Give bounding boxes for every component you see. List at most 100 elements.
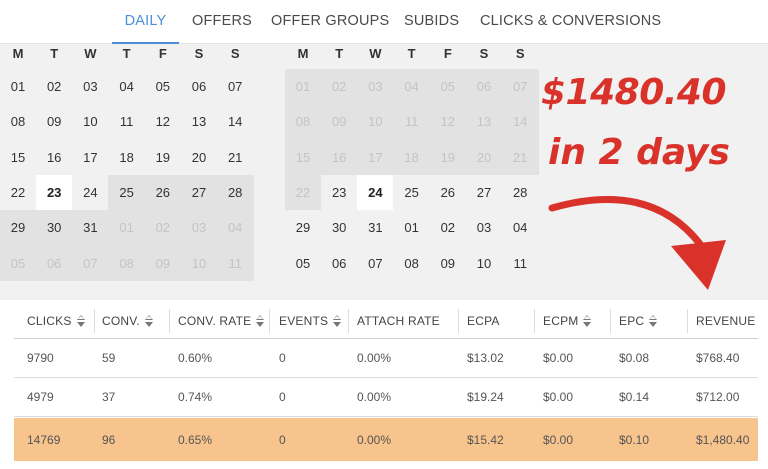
calendar-day[interactable]: 15	[0, 140, 36, 175]
calendar-day[interactable]: 06	[466, 69, 502, 104]
calendar-day[interactable]: 21	[217, 140, 253, 175]
calendar-day[interactable]: 12	[145, 104, 181, 139]
tab-offer-groups[interactable]: OFFER GROUPS	[271, 0, 389, 44]
calendar-day[interactable]: 04	[502, 210, 538, 245]
calendar-day[interactable]: 14	[502, 104, 538, 139]
calendar-day[interactable]: 26	[145, 175, 181, 210]
calendar-day[interactable]: 24	[72, 175, 108, 210]
calendar-day[interactable]: 31	[357, 210, 393, 245]
calendar-day[interactable]: 15	[285, 140, 321, 175]
calendar-day-selected[interactable]: 24	[357, 174, 394, 210]
column-header[interactable]: EVENTS	[279, 303, 342, 338]
calendar-day[interactable]: 30	[36, 210, 72, 245]
calendar-day[interactable]: 30	[321, 210, 357, 245]
calendar-day[interactable]: 25	[109, 175, 145, 210]
calendar-day[interactable]: 02	[145, 210, 181, 245]
calendar-day[interactable]: 05	[145, 69, 181, 104]
calendar-day[interactable]: 03	[357, 69, 393, 104]
calendar-day[interactable]: 22	[285, 175, 321, 210]
calendar-day[interactable]: 22	[0, 175, 36, 210]
calendar-day[interactable]: 04	[394, 69, 430, 104]
sort-icon[interactable]	[255, 314, 265, 327]
calendar-day[interactable]: 04	[109, 69, 145, 104]
calendar-day[interactable]: 08	[285, 104, 321, 139]
calendar-day[interactable]: 26	[430, 175, 466, 210]
calendar-day[interactable]: 03	[72, 69, 108, 104]
calendar-day[interactable]: 03	[181, 210, 217, 245]
calendar-day[interactable]: 20	[466, 140, 502, 175]
calendar-day[interactable]: 25	[394, 175, 430, 210]
calendar-day[interactable]: 28	[502, 175, 538, 210]
column-header[interactable]: CONV. RATE	[178, 303, 265, 338]
calendar-day[interactable]: 09	[36, 104, 72, 139]
column-header[interactable]: CLICKS	[27, 303, 86, 338]
calendar-day[interactable]: 11	[394, 104, 430, 139]
column-header[interactable]: REVENUE	[696, 303, 755, 338]
calendar-day[interactable]: 05	[0, 246, 36, 281]
calendar-day[interactable]: 02	[321, 69, 357, 104]
calendar-day[interactable]: 10	[357, 104, 393, 139]
calendar-day[interactable]: 16	[321, 140, 357, 175]
calendar-day[interactable]: 01	[285, 69, 321, 104]
sort-icon[interactable]	[332, 314, 342, 327]
calendar-day-selected[interactable]: 23	[36, 174, 73, 210]
tab-clicks-conversions[interactable]: CLICKS & CONVERSIONS	[480, 0, 661, 44]
calendar-day[interactable]: 11	[217, 246, 253, 281]
sort-icon[interactable]	[648, 314, 658, 327]
calendar-day[interactable]: 13	[466, 104, 502, 139]
calendar-day[interactable]: 17	[72, 140, 108, 175]
calendar-day[interactable]: 23	[321, 175, 357, 210]
calendar-day[interactable]: 12	[430, 104, 466, 139]
calendar-day[interactable]: 17	[357, 140, 393, 175]
calendar-day[interactable]: 02	[36, 69, 72, 104]
calendar-day[interactable]: 19	[145, 140, 181, 175]
calendar-day[interactable]: 09	[430, 246, 466, 281]
calendar-day[interactable]: 07	[217, 69, 253, 104]
calendar-day[interactable]: 18	[394, 140, 430, 175]
tab-subids[interactable]: SUBIDS	[404, 0, 459, 44]
calendar-day[interactable]: 03	[466, 210, 502, 245]
calendar-day[interactable]: 16	[36, 140, 72, 175]
calendar-day[interactable]: 27	[466, 175, 502, 210]
column-header[interactable]: ATTACH RATE	[357, 303, 440, 338]
calendar-day[interactable]: 01	[394, 210, 430, 245]
calendar-day[interactable]: 05	[285, 246, 321, 281]
calendar-day[interactable]: 06	[181, 69, 217, 104]
calendar-day[interactable]: 07	[502, 69, 538, 104]
calendar-day[interactable]: 19	[430, 140, 466, 175]
calendar-day[interactable]: 04	[217, 210, 253, 245]
calendar-day[interactable]: 27	[181, 175, 217, 210]
calendar-day[interactable]: 08	[0, 104, 36, 139]
calendar-day[interactable]: 01	[0, 69, 36, 104]
calendar-day[interactable]: 29	[285, 210, 321, 245]
calendar-day[interactable]: 10	[181, 246, 217, 281]
calendar-day[interactable]: 11	[109, 104, 145, 139]
sort-icon[interactable]	[76, 314, 86, 327]
calendar-day[interactable]: 29	[0, 210, 36, 245]
calendar-day[interactable]: 06	[321, 246, 357, 281]
calendar-day[interactable]: 18	[109, 140, 145, 175]
calendar-day[interactable]: 21	[502, 140, 538, 175]
calendar-day[interactable]: 10	[466, 246, 502, 281]
calendar-day[interactable]: 31	[72, 210, 108, 245]
calendar-day[interactable]: 05	[430, 69, 466, 104]
calendar-day[interactable]: 14	[217, 104, 253, 139]
calendar-day[interactable]: 28	[217, 175, 253, 210]
column-header[interactable]: ECPM	[543, 303, 592, 338]
tab-offers[interactable]: OFFERS	[192, 0, 252, 44]
calendar-day[interactable]: 09	[145, 246, 181, 281]
column-header[interactable]: ECPA	[467, 303, 500, 338]
calendar-day[interactable]: 13	[181, 104, 217, 139]
calendar-day[interactable]: 01	[109, 210, 145, 245]
calendar-day[interactable]: 20	[181, 140, 217, 175]
calendar-day[interactable]: 08	[109, 246, 145, 281]
sort-icon[interactable]	[582, 314, 592, 327]
column-header[interactable]: EPC	[619, 303, 658, 338]
calendar-day[interactable]: 02	[430, 210, 466, 245]
calendar-day[interactable]: 10	[72, 104, 108, 139]
sort-icon[interactable]	[144, 314, 154, 327]
calendar-day[interactable]: 11	[502, 246, 538, 281]
calendar-day[interactable]: 07	[357, 246, 393, 281]
calendar-day[interactable]: 09	[321, 104, 357, 139]
calendar-day[interactable]: 08	[394, 246, 430, 281]
